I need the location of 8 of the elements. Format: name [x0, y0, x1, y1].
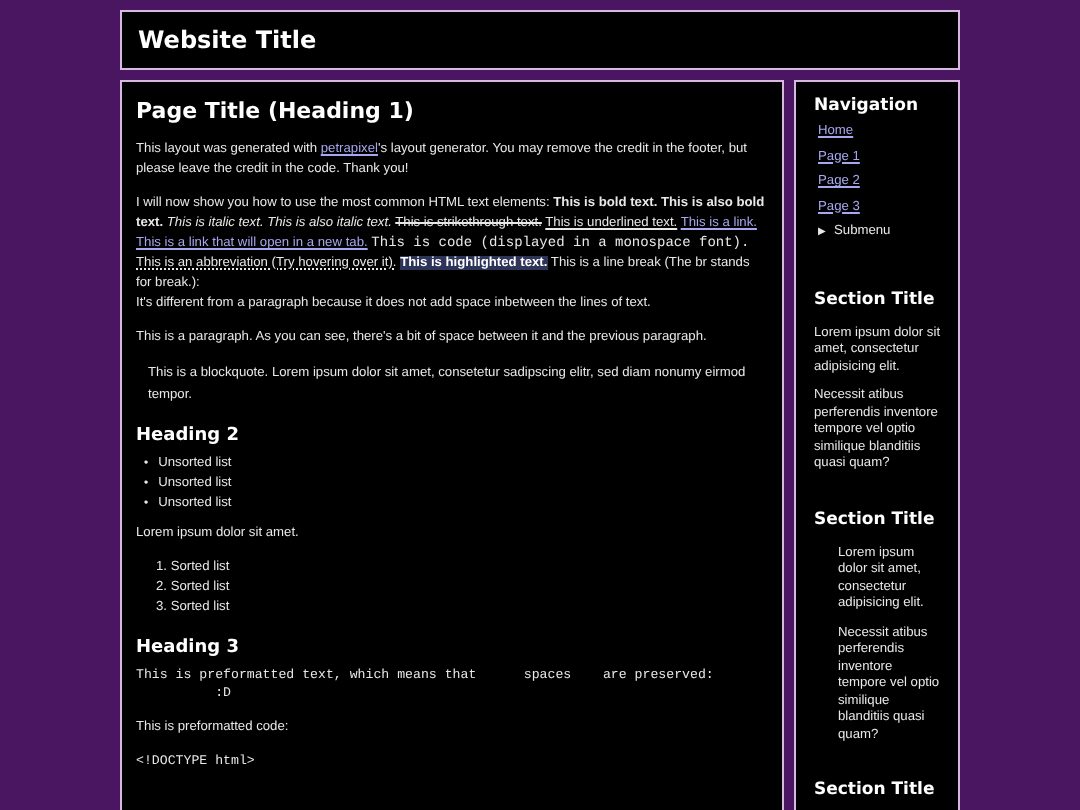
heading: Heading 2: [136, 426, 241, 446]
sidebar-heading: Section Title: [814, 780, 937, 800]
sidebar-heading: Section Title: [814, 289, 937, 309]
page-heading: Page Title (Heading 1): [136, 98, 416, 124]
sidebar-heading: Section Title: [814, 509, 937, 529]
website-title: Website Title: [138, 26, 317, 54]
sidebar-heading: Navigation: [814, 96, 920, 116]
heading: Heading 3: [136, 638, 241, 658]
